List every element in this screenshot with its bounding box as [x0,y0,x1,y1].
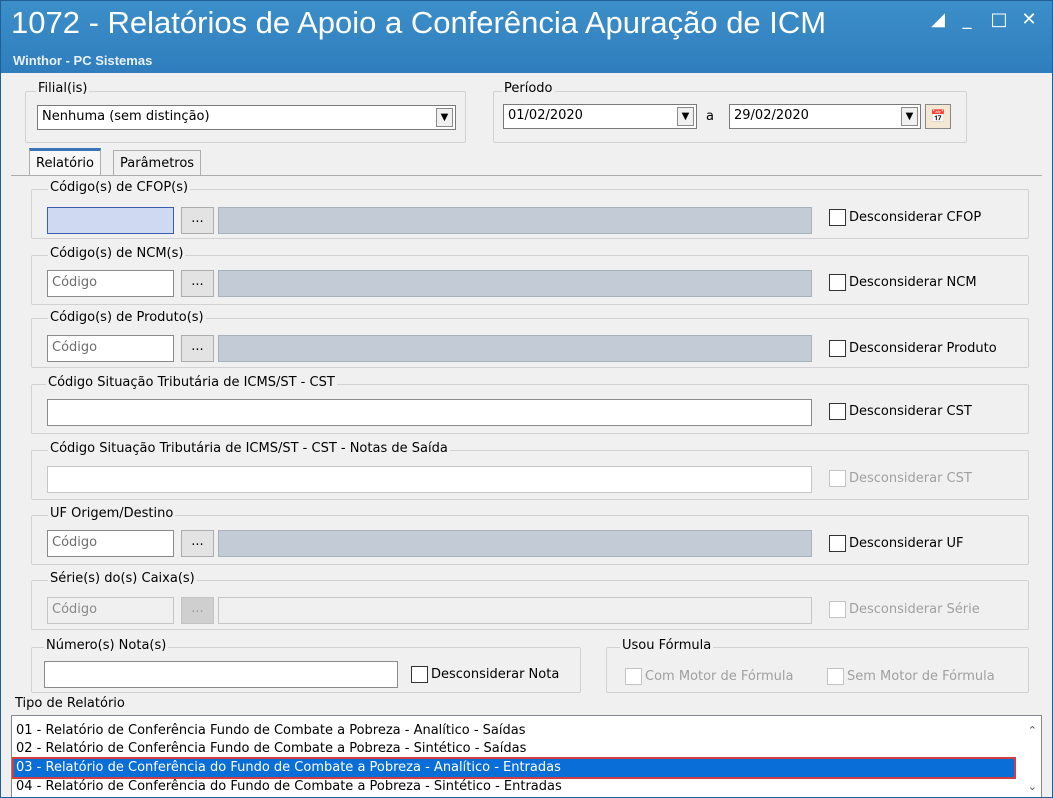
close-button[interactable]: ✕ [1018,9,1040,31]
tipo-relatorio-list[interactable]: 01 - Relatório de Conferência Fundo de C… [11,715,1042,797]
produto-code-input[interactable]: Código [47,335,174,362]
produto-label: Código(s) de Produto(s) [48,310,206,325]
checkbox-icon[interactable] [829,209,846,226]
checkbox-icon[interactable] [827,668,844,685]
cst-saida-input[interactable] [47,466,812,493]
tipo-relatorio-label: Tipo de Relatório [13,696,127,711]
serie-code-input[interactable]: Código [47,597,174,624]
window-subtitle: Winthor - PC Sistemas [13,53,153,68]
ncm-lookup-button[interactable]: ... [181,270,214,297]
list-item[interactable]: 04 - Relatório de Conferência do Fundo d… [14,778,1014,796]
uf-ignore-checkbox[interactable]: Desconsiderar UF [829,535,964,552]
chevron-down-icon[interactable]: ▼ [901,107,918,126]
list-item[interactable]: 01 - Relatório de Conferência Fundo de C… [14,722,1014,740]
uf-lookup-button[interactable]: ... [181,530,214,557]
app-window: 1072 - Relatórios de Apoio a Conferência… [0,0,1053,798]
cst-saida-ignore-label: Desconsiderar CST [849,471,972,486]
cfop-ignore-label: Desconsiderar CFOP [849,210,982,225]
nota-input[interactable] [44,661,398,688]
cst-ignore-label: Desconsiderar CST [849,404,972,419]
cst-input[interactable] [47,399,812,426]
checkbox-icon[interactable] [411,666,428,683]
checkbox-icon[interactable] [829,535,846,552]
ncm-label: Código(s) de NCM(s) [48,246,186,261]
filial-select[interactable]: Nenhuma (sem distinção) ▼ [37,105,456,130]
scroll-up-icon[interactable]: ⌃ [1028,724,1037,737]
restore-icon[interactable]: ◢ [927,9,949,31]
uf-ignore-label: Desconsiderar UF [849,536,964,551]
maximize-button[interactable]: □ [988,9,1010,31]
cst-saida-ignore-checkbox[interactable]: Desconsiderar CST [829,470,972,487]
formula-label: Usou Fórmula [620,638,714,653]
cst-label: Código Situação Tributária de ICMS/ST - … [46,375,337,390]
serie-description-field [218,597,812,624]
serie-ignore-checkbox[interactable]: Desconsiderar Série [829,601,980,618]
nota-ignore-checkbox[interactable]: Desconsiderar Nota [411,666,559,683]
chevron-down-icon[interactable]: ▼ [677,107,694,126]
tab-divider [11,175,1042,176]
cfop-ignore-checkbox[interactable]: Desconsiderar CFOP [829,209,981,226]
uf-code-input[interactable]: Código [47,530,174,557]
cst-saida-label: Código Situação Tributária de ICMS/ST - … [48,441,450,456]
uf-description-field [218,530,812,557]
serie-ignore-label: Desconsiderar Série [849,602,980,617]
ncm-ignore-label: Desconsiderar NCM [849,275,977,290]
ncm-code-input[interactable]: Código [47,270,174,297]
produto-ignore-label: Desconsiderar Produto [849,341,997,356]
nota-ignore-label: Desconsiderar Nota [431,667,560,682]
title-bar[interactable]: 1072 - Relatórios de Apoio a Conferência… [1,1,1052,73]
formula-com-checkbox[interactable]: Com Motor de Fórmula [625,668,793,685]
uf-label: UF Origem/Destino [48,506,176,521]
list-item[interactable]: 02 - Relatório de Conferência Fundo de C… [14,740,1014,758]
produto-description-field [218,335,812,362]
serie-label: Série(s) do(s) Caixa(s) [48,571,197,586]
checkbox-icon[interactable] [829,601,846,618]
nota-label: Número(s) Nota(s) [44,638,169,653]
filial-label: Filial(is) [36,81,90,96]
minimize-button[interactable]: _ [956,9,978,31]
checkbox-icon[interactable] [829,274,846,291]
calendar-icon[interactable]: 📅 [925,104,951,129]
tab-relatorio[interactable]: Relatório [29,148,101,176]
periodo-label: Período [502,81,555,96]
scroll-down-icon[interactable]: ⌄ [1028,780,1037,793]
ncm-description-field [218,270,812,297]
serie-lookup-button[interactable]: ... [181,597,214,624]
window-title: 1072 - Relatórios de Apoio a Conferência… [11,5,827,40]
list-item-selected[interactable]: 03 - Relatório de Conferência do Fundo d… [12,757,1016,779]
cfop-label: Código(s) de CFOP(s) [48,180,191,195]
produto-ignore-checkbox[interactable]: Desconsiderar Produto [829,340,997,357]
formula-com-label: Com Motor de Fórmula [645,669,794,684]
cfop-code-input[interactable] [47,207,174,234]
periodo-start-value: 01/02/2020 [508,108,583,123]
formula-sem-checkbox[interactable]: Sem Motor de Fórmula [827,668,995,685]
periodo-end-value: 29/02/2020 [734,108,809,123]
periodo-start-field[interactable]: 01/02/2020 ▼ [503,104,697,129]
checkbox-icon[interactable] [625,668,642,685]
formula-sem-label: Sem Motor de Fórmula [847,669,995,684]
produto-lookup-button[interactable]: ... [181,335,214,362]
ncm-ignore-checkbox[interactable]: Desconsiderar NCM [829,274,977,291]
periodo-separator: a [704,109,716,124]
checkbox-icon[interactable] [829,340,846,357]
cfop-lookup-button[interactable]: ... [181,207,214,234]
filial-value: Nenhuma (sem distinção) [42,109,210,124]
periodo-end-field[interactable]: 29/02/2020 ▼ [729,104,921,129]
chevron-down-icon[interactable]: ▼ [436,108,453,127]
cfop-description-field [218,207,812,234]
tab-parametros[interactable]: Parâmetros [113,150,202,176]
checkbox-icon[interactable] [829,403,846,420]
checkbox-icon[interactable] [829,470,846,487]
cst-ignore-checkbox[interactable]: Desconsiderar CST [829,403,972,420]
